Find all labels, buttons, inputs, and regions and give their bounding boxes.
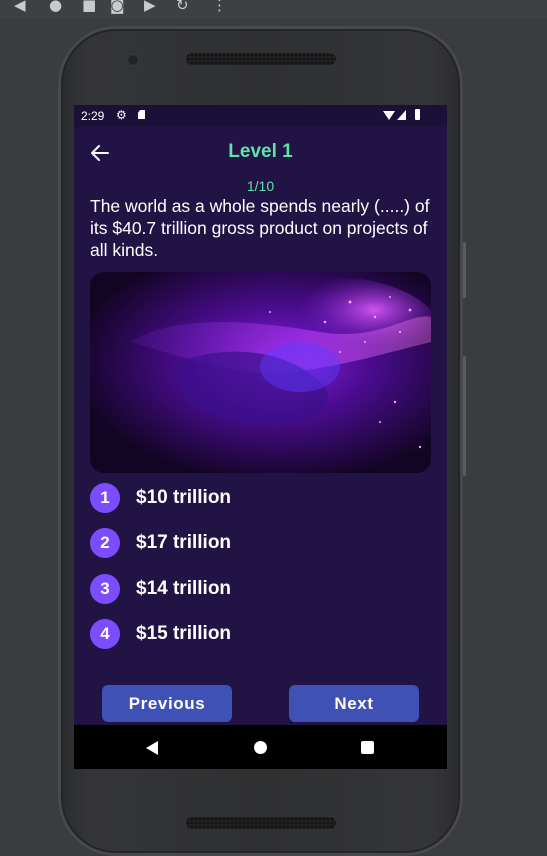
option-number-badge: 2 bbox=[90, 528, 120, 558]
question-progress: 1/10 bbox=[246, 178, 275, 194]
question-image bbox=[90, 272, 431, 473]
wifi-icon bbox=[383, 111, 395, 120]
back-triangle-icon[interactable]: ◀ bbox=[14, 0, 26, 14]
more-vert-icon[interactable]: ⋮ bbox=[212, 0, 227, 14]
top-speaker bbox=[186, 53, 336, 65]
nav-recents-icon[interactable] bbox=[361, 741, 374, 754]
video-icon[interactable]: ▶ bbox=[144, 0, 156, 14]
option-label: $14 trillion bbox=[136, 578, 232, 599]
signal-icon bbox=[397, 110, 406, 120]
battery-icon bbox=[415, 109, 420, 120]
volume-button bbox=[463, 242, 466, 298]
answer-option-3[interactable]: 3 $14 trillion bbox=[90, 572, 420, 606]
rotate-icon[interactable]: ↻ bbox=[176, 0, 189, 14]
square-icon[interactable]: ■ bbox=[82, 0, 96, 14]
page-title: Level 1 bbox=[228, 141, 293, 162]
status-time: 2:29 bbox=[81, 109, 105, 123]
answer-option-4[interactable]: 4 $15 trillion bbox=[90, 617, 420, 651]
question-text: The world as a whole spends nearly (....… bbox=[90, 196, 430, 260]
option-label: $17 trillion bbox=[136, 532, 232, 553]
gear-icon: ⚙ bbox=[116, 108, 127, 122]
previous-button[interactable]: Previous bbox=[102, 685, 232, 722]
option-number-badge: 1 bbox=[90, 483, 120, 513]
nav-back-icon[interactable] bbox=[146, 741, 158, 755]
emulator-toolbar: ◀ ● ■ ◙ ▶ ↻ ⋮ bbox=[0, 0, 547, 18]
power-button bbox=[463, 356, 466, 476]
next-button[interactable]: Next bbox=[289, 685, 419, 722]
bottom-speaker bbox=[186, 817, 336, 829]
camera-icon[interactable]: ◙ bbox=[110, 0, 125, 14]
system-nav-bar bbox=[74, 725, 447, 769]
option-label: $10 trillion bbox=[136, 487, 232, 508]
front-camera bbox=[128, 55, 138, 65]
sd-card-icon bbox=[138, 110, 145, 119]
nav-home-icon[interactable] bbox=[254, 741, 267, 754]
answer-option-2[interactable]: 2 $17 trillion bbox=[90, 526, 420, 560]
option-number-badge: 3 bbox=[90, 574, 120, 604]
answer-option-1[interactable]: 1 $10 trillion bbox=[90, 481, 420, 515]
circle-icon[interactable]: ● bbox=[49, 0, 62, 14]
app-screen: 2:29 ⚙ Level 1 1/10 The world as a whole… bbox=[74, 105, 447, 769]
option-label: $15 trillion bbox=[136, 623, 232, 644]
option-number-badge: 4 bbox=[90, 619, 120, 649]
status-bar: 2:29 ⚙ bbox=[74, 105, 447, 127]
